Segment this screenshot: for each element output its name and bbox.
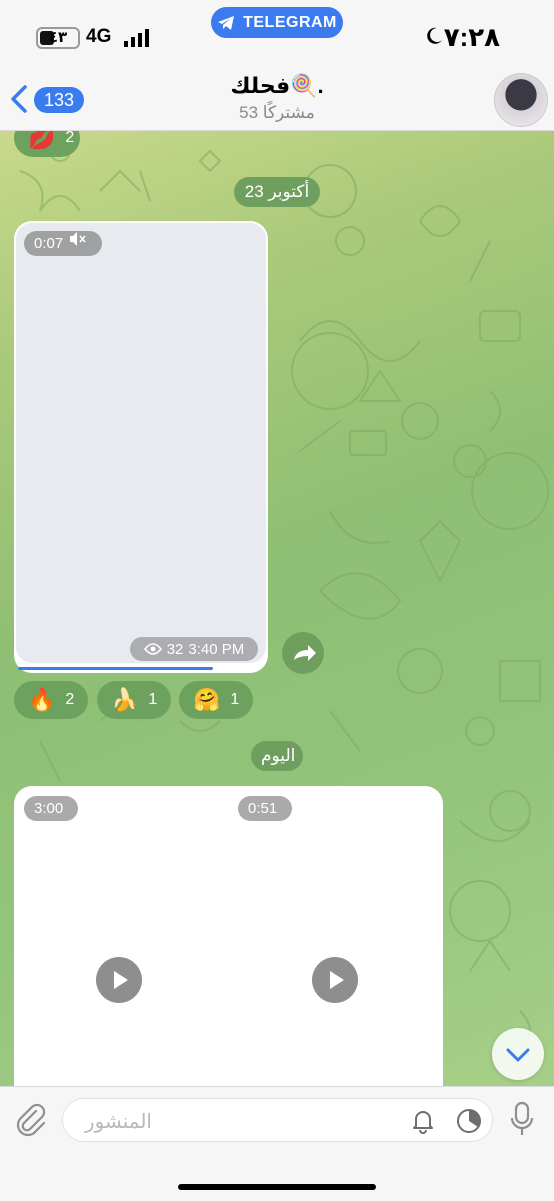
home-indicator [178, 1184, 376, 1190]
date-separator: 23 أكتوبر [234, 177, 320, 207]
video-duration-pill: 0:07 [24, 231, 102, 256]
paperclip-icon[interactable] [14, 1103, 48, 1137]
view-count: 32 [166, 640, 184, 658]
message-input[interactable]: المنشور [62, 1098, 493, 1142]
reaction-emoji: 🤗 [193, 687, 221, 712]
video-duration: 0:07 [34, 235, 64, 252]
date-separator: اليوم [251, 741, 303, 771]
share-arrow-icon [294, 645, 316, 661]
telegram-banner[interactable]: TELEGRAM [211, 7, 343, 38]
clock: ٧:٢٨ [443, 22, 500, 52]
message-time: 3:40 PM [188, 640, 245, 658]
reaction-count: 2 [65, 691, 75, 708]
message-meta: 32 3:40 PM [130, 637, 258, 661]
reaction-hug[interactable]: 🤗 1 [179, 681, 253, 719]
play-button[interactable] [96, 957, 142, 1003]
timer-icon[interactable] [455, 1107, 483, 1135]
video-duration: 3:00 [24, 796, 78, 821]
reaction-emoji: 💋 [28, 131, 56, 150]
battery-level: ٤٣ [48, 29, 68, 46]
play-button[interactable] [312, 957, 358, 1003]
battery-icon: ٤٣ [36, 27, 80, 49]
banner-label: TELEGRAM [243, 13, 337, 31]
status-bar: ٤٣ 4G TELEGRAM ٧:٢٨ [0, 0, 554, 70]
input-placeholder: المنشور [84, 1111, 152, 1133]
reaction-emoji: 🔥 [28, 687, 56, 712]
share-button[interactable] [282, 632, 324, 674]
back-button-count[interactable]: 133 [34, 87, 84, 113]
play-icon [330, 971, 344, 989]
chat-background: 💋 2 23 أكتوبر 0:07 32 3:40 PM 🔥 2 🍌 1 🤗 … [0, 131, 554, 1086]
chat-header: 133 فحلك🍭. 53 مشتركًا [0, 70, 554, 131]
avatar[interactable] [494, 73, 548, 127]
reaction-banana[interactable]: 🍌 1 [97, 681, 171, 719]
video-duration: 0:51 [238, 796, 292, 821]
chevron-left-icon[interactable] [8, 84, 30, 114]
input-bar: المنشور [0, 1086, 554, 1201]
signal-icon [124, 29, 149, 47]
microphone-icon[interactable] [509, 1101, 535, 1139]
chat-title[interactable]: فحلك🍭. [170, 73, 384, 99]
eye-icon [143, 643, 162, 655]
bell-icon[interactable] [410, 1108, 436, 1134]
network-type: 4G [86, 26, 112, 47]
chevron-down-icon [506, 1048, 530, 1062]
reaction-fire[interactable]: 🔥 2 [14, 681, 88, 719]
subscriber-count: 53 مشتركًا [239, 103, 315, 122]
reaction-count: 1 [230, 691, 240, 708]
video-progress[interactable] [18, 667, 213, 670]
play-icon [114, 971, 128, 989]
muted-speaker-icon[interactable] [69, 231, 87, 247]
moon-icon [427, 27, 442, 44]
album-message[interactable]: 3:00 0:51 [14, 786, 443, 1086]
reaction-count: 2 [65, 131, 75, 146]
video-message[interactable]: 0:07 32 3:40 PM [14, 221, 268, 673]
scroll-down-button[interactable] [492, 1028, 544, 1080]
video-preview[interactable] [16, 223, 266, 663]
reaction-kiss[interactable]: 💋 2 [14, 131, 80, 157]
reaction-count: 1 [148, 691, 158, 708]
reaction-emoji: 🍌 [111, 687, 139, 712]
telegram-icon [218, 15, 235, 30]
